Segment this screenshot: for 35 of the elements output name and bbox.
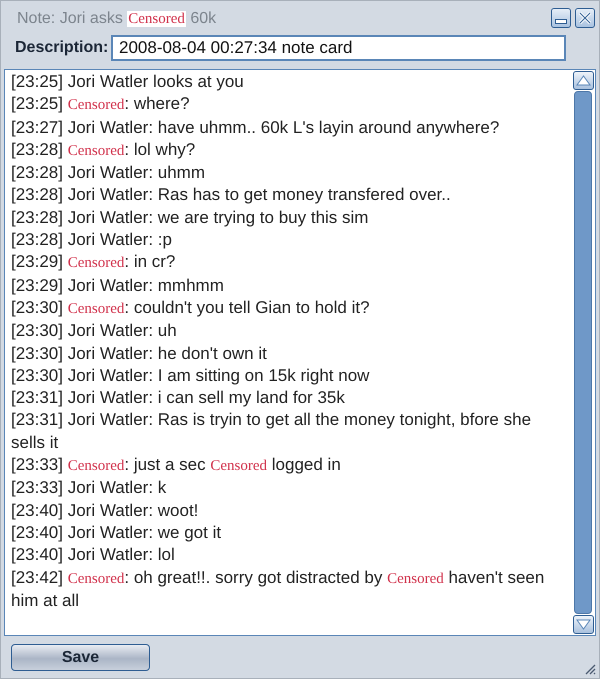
chat-line: [23:31] Jori Watler: i can sell my land for 35k <box>11 387 346 410</box>
save-button[interactable]: Save <box>11 644 150 671</box>
chat-line: [23:28] Jori Watler: we are trying to buy this sim <box>11 206 370 229</box>
scroll-down-button[interactable] <box>573 615 594 634</box>
chat-line: [23:33] Jori Watler: k <box>11 477 168 500</box>
scroll-up-button[interactable] <box>573 71 594 90</box>
chat-line: [23:25] Jori Watler looks at you <box>11 71 245 93</box>
chat-line: [23:28] Jori Watler: uhmm <box>11 162 206 184</box>
chat-line: [23:30] Jori Watler: he don't own it <box>11 342 268 365</box>
chat-line: [23:30] Jori Watler: uh <box>11 320 178 342</box>
close-icon <box>579 12 591 24</box>
chat-line: [23:28] Jori Watler: :p <box>11 229 173 252</box>
chat-line: [23:42] Censored: oh great!!. sorry got distracted by Censored haven't seen him at all <box>11 566 546 612</box>
scrollbar-thumb[interactable] <box>574 91 592 614</box>
close-button[interactable] <box>575 8 595 28</box>
chat-line: [23:30] Jori Watler: I am sitting on 15k right now <box>11 364 370 387</box>
window-title: Note: Jori asks Censored 60k <box>16 9 218 29</box>
chat-line: [23:28] Jori Watler: Ras has to get money transfered over.. <box>11 184 452 206</box>
chat-line: [23:40] Jori Watler: we got it <box>11 522 222 544</box>
minimize-button[interactable] <box>551 8 571 28</box>
up-arrow-icon <box>576 75 591 86</box>
minimize-icon <box>555 19 567 24</box>
chat-line: [23:29] Censored: in cr? <box>11 251 176 274</box>
chat-line: [23:40] Jori Watler: woot! <box>11 500 200 522</box>
description-field[interactable]: 2008-08-04 00:27:34 note card <box>111 35 566 61</box>
chat-line: [23:28] Censored: lol why? <box>11 138 196 161</box>
chat-line: [23:30] Censored: couldn't you tell Gian to hold it? <box>11 296 371 319</box>
chat-line: [23:40] Jori Watler: lol <box>11 544 176 566</box>
chat-line: [23:25] Censored: where? <box>11 93 191 116</box>
chat-line: [23:27] Jori Watler: have uhmm.. 60k L's layin around anywhere? <box>11 116 500 139</box>
resize-grip-icon[interactable] <box>584 663 596 675</box>
chat-line: [23:33] Censored: just a sec Censored logged in <box>11 454 342 476</box>
chat-line: [23:29] Jori Watler: mmhmm <box>11 274 225 297</box>
description-label: Description: <box>14 38 110 58</box>
down-arrow-icon <box>576 619 591 630</box>
